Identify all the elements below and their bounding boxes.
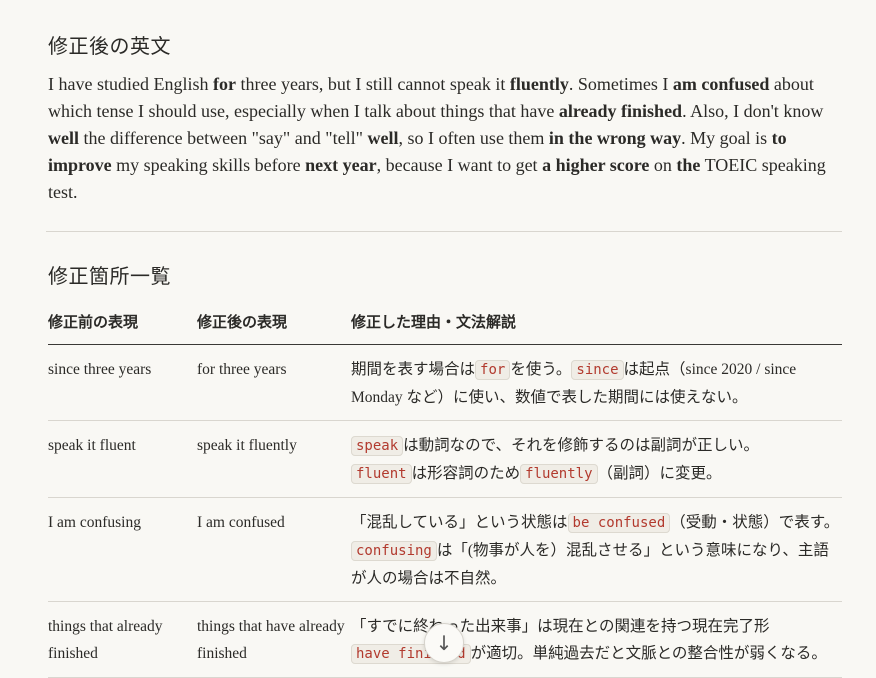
reason-text: を使う。 (510, 361, 572, 378)
corrected-text-section: 修正後の英文 I have studied English for three … (48, 30, 842, 206)
inline-code: fluently (520, 464, 598, 484)
text-segment: three years, but I still cannot speak it (235, 74, 510, 94)
table-header-row: 修正前の表現 修正後の表現 修正した理由・文法解説 (48, 311, 842, 345)
header-before: 修正前の表現 (48, 315, 139, 331)
text-segment: , because I want to get (376, 155, 543, 175)
bold-correction: a higher score (542, 155, 650, 175)
inline-code: confusing (351, 541, 437, 561)
text-segment: . Also, I don't know (682, 101, 824, 121)
text-segment: I have studied English (48, 74, 213, 94)
reason-text: が適切。単純過去だと文脈との整合性が弱くなる。 (470, 645, 827, 662)
bold-correction: for (212, 74, 236, 94)
table-row: I am confusing I am confused 「混乱している」という状態… (48, 498, 842, 602)
cell-reason: 期間を表す場合は for を使う。 since は起点（since 2020 / sin… (351, 345, 842, 421)
arrow-down-icon: ↓ (435, 631, 453, 655)
bold-correction: in the wrong way (548, 128, 682, 148)
cell-reason: 「混乱している」という状態は be confused （受動・状態）で表す。 conf… (351, 498, 842, 602)
reason-text: 期間を表す場合は (351, 361, 476, 378)
cell-after: things that have already finished (197, 618, 345, 662)
reason-text: （受動・状態）で表す。 (670, 514, 840, 531)
cell-after: for three years (197, 361, 287, 378)
reason-text: は形容詞のため (411, 465, 521, 482)
text-segment: the difference between "say" and "tell" (79, 128, 368, 148)
text-segment: , so I often use them (398, 128, 549, 148)
cell-before: since three years (48, 361, 152, 378)
corrections-section: 修正箇所一覧 修正前の表現 修正後の表現 修正した理由・文法解説 since t… (48, 260, 842, 678)
bold-correction: the (676, 155, 701, 175)
cell-after: speak it fluently (197, 437, 297, 454)
text-segment: on (649, 155, 677, 175)
bold-correction: fluently (509, 74, 569, 94)
inline-code: since (571, 360, 624, 380)
corrected-paragraph: I have studied English for three years, … (48, 71, 842, 206)
cell-before: I am confusing (48, 514, 141, 531)
reason-text: 「混乱している」という状態は (351, 514, 568, 531)
bold-correction: already finished (558, 101, 683, 121)
bold-correction: well (367, 128, 399, 148)
inline-code: for (475, 360, 511, 380)
table-row: speak it fluent speak it fluently speak は動詞… (48, 421, 842, 498)
header-after: 修正後の表現 (197, 315, 288, 331)
section-title-corrected: 修正後の英文 (48, 34, 171, 58)
bold-correction: well (48, 128, 79, 148)
text-segment: my speaking skills before (111, 155, 306, 175)
cell-after: I am confused (197, 514, 285, 531)
bold-correction: next year (305, 155, 377, 175)
inline-code: be confused (567, 513, 671, 533)
cell-before: speak it fluent (48, 437, 136, 454)
scroll-down-button[interactable]: ↓ (424, 623, 464, 663)
reason-text: （副詞）に変更。 (597, 465, 722, 482)
section-title-corrections: 修正箇所一覧 (48, 264, 171, 288)
reason-text: 「すでに終わった出来事」は現在との関連を持つ現在完了形 (351, 618, 770, 635)
inline-code: fluent (351, 464, 412, 484)
divider (46, 231, 842, 232)
reason-text: は動詞なので、それを修飾するのは副詞が正しい。 (403, 437, 760, 454)
text-segment: . My goal is (681, 128, 772, 148)
cell-reason: speak は動詞なので、それを修飾するのは副詞が正しい。 fluent は形容詞のた… (351, 421, 842, 498)
table-row: since three years for three years 期間を表す場合は… (48, 345, 842, 421)
bold-correction: am confused (672, 74, 770, 94)
header-reason: 修正した理由・文法解説 (351, 315, 517, 331)
cell-before: things that already finished (48, 618, 163, 662)
inline-code: speak (351, 436, 404, 456)
text-segment: . Sometimes I (568, 74, 673, 94)
